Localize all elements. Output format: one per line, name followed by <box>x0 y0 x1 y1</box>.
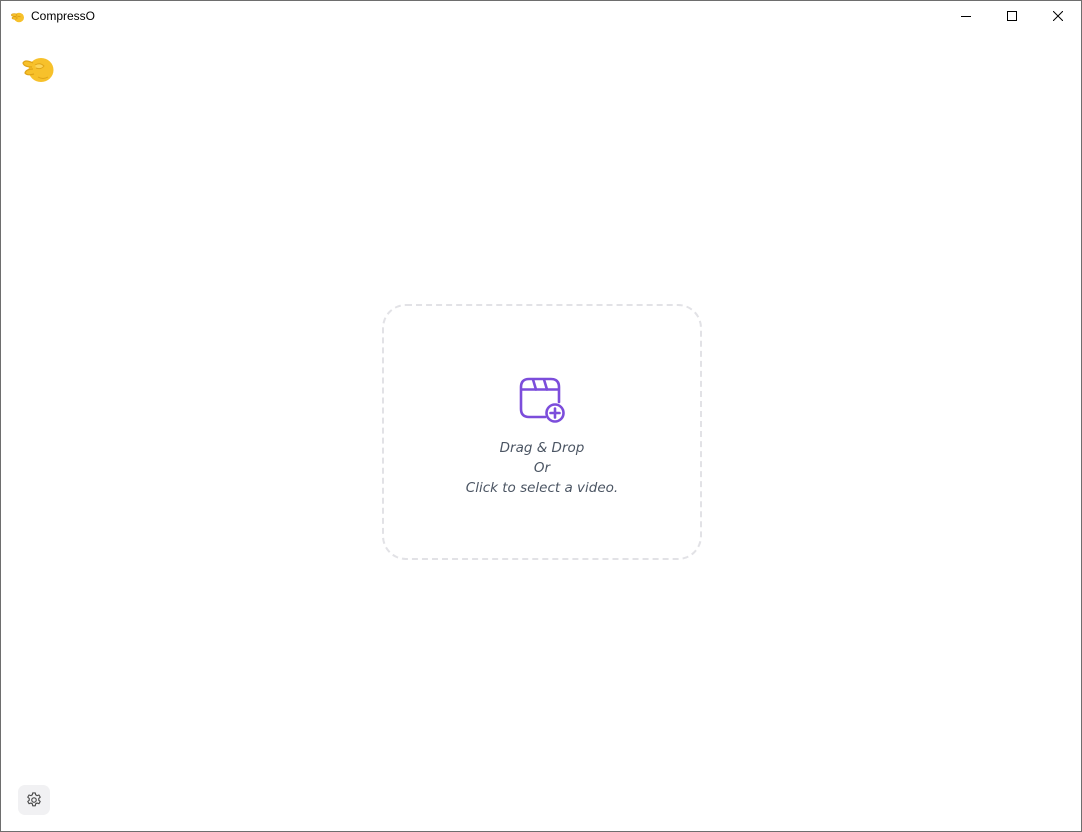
video-dropzone[interactable]: Drag & Drop Or Click to select a video. <box>382 304 702 560</box>
dropzone-or-text: Or <box>533 460 551 476</box>
minimize-icon <box>961 16 971 17</box>
maximize-button[interactable] <box>989 1 1035 31</box>
close-button[interactable] <box>1035 1 1081 31</box>
title-bar[interactable]: CompressO <box>1 1 1081 31</box>
dropzone-drag-text: Drag & Drop <box>499 440 585 456</box>
minimize-button[interactable] <box>943 1 989 31</box>
maximize-icon <box>1007 11 1017 21</box>
video-add-icon <box>519 377 565 423</box>
app-logo <box>21 53 55 85</box>
dropzone-click-text: Click to select a video. <box>465 480 619 496</box>
pinching-hand-icon <box>11 9 25 23</box>
close-icon <box>1053 11 1063 21</box>
settings-button[interactable] <box>18 785 50 815</box>
app-window: CompressO Drag & Drop Or Click to select… <box>0 0 1082 832</box>
window-controls <box>943 1 1081 31</box>
pinching-hand-icon <box>22 58 54 82</box>
window-title: CompressO <box>31 9 96 23</box>
gear-icon <box>27 792 41 807</box>
